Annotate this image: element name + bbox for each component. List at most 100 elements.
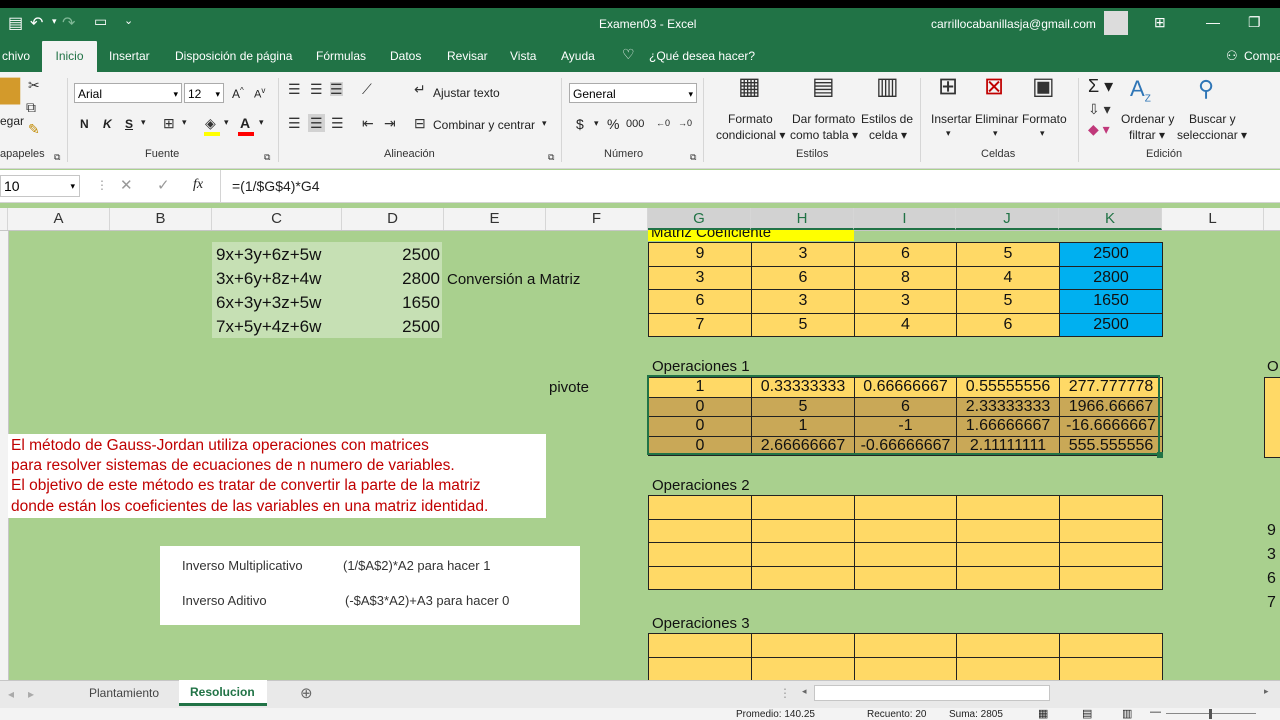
add-sheet-icon[interactable]: ⊕ — [300, 684, 313, 702]
matrix-cell[interactable]: 3 — [648, 265, 752, 291]
ops2-cell[interactable] — [648, 495, 752, 520]
align-center-icon[interactable]: ☰ — [308, 114, 325, 132]
clear-icon[interactable]: ◆ ▾ — [1088, 122, 1110, 136]
matrix-cell[interactable]: 8 — [854, 265, 957, 291]
format-painter-icon[interactable]: ✎ — [28, 122, 40, 136]
undo-dropdown-icon[interactable]: ▾ — [52, 16, 57, 27]
undo-icon[interactable]: ↶ — [30, 13, 43, 33]
ops3-cell[interactable] — [1059, 656, 1163, 682]
inverse-textbox[interactable]: Inverso Multiplicativo (1/$A$2)*A2 para … — [160, 546, 580, 625]
matrix-cell[interactable]: 3 — [751, 242, 855, 267]
page-layout-icon[interactable]: ▤ — [1082, 708, 1092, 720]
decrease-indent-icon[interactable]: ⇤ — [362, 116, 374, 130]
chevron-down-icon[interactable]: ▾ — [993, 128, 998, 139]
ops3-cell[interactable] — [854, 633, 957, 658]
ops2-cell[interactable] — [1059, 495, 1163, 520]
ops2-cell[interactable] — [1059, 518, 1163, 544]
chevron-down-icon[interactable]: ▾ — [594, 118, 599, 129]
increase-decimal-icon[interactable]: ←0 — [656, 118, 670, 128]
ops3-cell[interactable] — [648, 633, 752, 658]
number-launcher-icon[interactable]: ⧉ — [690, 150, 696, 164]
ops2-cell[interactable] — [751, 542, 855, 567]
decrease-font-icon[interactable]: Av — [254, 86, 265, 101]
share-icon[interactable]: ⚇ — [1226, 48, 1238, 64]
cut-icon[interactable]: ✂ — [28, 78, 40, 92]
column-header-f[interactable]: F — [546, 208, 648, 230]
ops2-cell[interactable] — [648, 542, 752, 567]
tab-inicio[interactable]: Inicio — [42, 41, 97, 72]
merge-icon[interactable]: ⊟ — [414, 116, 426, 130]
partial-ops-title[interactable]: O — [1267, 358, 1279, 375]
matrix-cell[interactable]: 6 — [648, 289, 752, 314]
name-box[interactable]: 10 ▾ — [0, 175, 80, 197]
tab-insertar[interactable]: Insertar — [109, 49, 150, 63]
orientation-icon[interactable]: ⟋ — [362, 82, 372, 96]
format-as-table-line2[interactable]: como tabla ▾ — [790, 128, 858, 142]
align-left-icon[interactable]: ☰ — [288, 116, 301, 130]
scroll-right-icon[interactable]: ▸ — [1264, 686, 1269, 697]
copy-icon[interactable]: ⧉ — [26, 100, 36, 114]
font-name-select[interactable]: Arial ▾ — [74, 83, 182, 103]
bold-button[interactable]: N — [80, 117, 89, 131]
column-header-j[interactable]: J — [956, 208, 1059, 230]
chevron-down-icon[interactable]: ▾ — [224, 117, 229, 128]
sheet-tab-resolucion[interactable]: Resolucion — [179, 680, 267, 706]
chevron-down-icon[interactable]: ▾ — [946, 128, 951, 139]
borders-icon[interactable]: ⊞ — [163, 116, 175, 130]
next-sheet-icon[interactable]: ▸ — [28, 687, 34, 701]
matrix-cell[interactable]: 7 — [648, 312, 752, 338]
wrap-text-button[interactable]: Ajustar texto — [433, 86, 500, 100]
paste-icon[interactable]: ▇ — [0, 76, 20, 102]
matrix-cell[interactable]: 6 — [751, 265, 855, 291]
format-as-table-line1[interactable]: Dar formato — [792, 112, 855, 126]
matrix-cell[interactable]: 6 — [854, 242, 957, 267]
alignment-launcher-icon[interactable]: ⧉ — [548, 150, 554, 164]
ops2-cell[interactable] — [648, 565, 752, 591]
matrix-cell[interactable]: 4 — [956, 265, 1060, 291]
matrix-cell[interactable]: 2800 — [1059, 265, 1163, 291]
tab-archivo[interactable]: chivo — [2, 49, 30, 63]
column-header-g[interactable]: G — [648, 208, 751, 230]
avatar[interactable] — [1104, 11, 1128, 35]
equation-row[interactable]: 9x+3y+6z+5w 2500 — [212, 242, 442, 266]
format-cells-button[interactable]: Formato — [1022, 112, 1067, 126]
matrix-cell[interactable]: 5 — [956, 289, 1060, 314]
column-header-k[interactable]: K — [1059, 208, 1162, 230]
fill-color-icon[interactable]: ◈ — [205, 116, 216, 130]
autosum-icon[interactable]: Σ ▾ — [1088, 76, 1113, 97]
percent-button[interactable]: % — [607, 116, 619, 132]
column-header-d[interactable]: D — [342, 208, 444, 230]
ops3-cell[interactable] — [751, 633, 855, 658]
ribbon-display-icon[interactable]: ⊞ — [1154, 14, 1166, 31]
chevron-down-icon[interactable]: ▾ — [182, 117, 187, 128]
column-header-e[interactable]: E — [444, 208, 546, 230]
restore-icon[interactable]: ❐ — [1248, 14, 1261, 31]
conversion-label[interactable]: Conversión a Matriz — [447, 271, 580, 288]
ops2-cell[interactable] — [751, 518, 855, 544]
formula-input[interactable]: =(1/$G$4)*G4 — [232, 178, 320, 194]
pivot-label[interactable]: pivote — [549, 379, 589, 396]
scroll-left-icon[interactable]: ◂ — [802, 686, 807, 697]
zoom-out-icon[interactable]: — — [1150, 708, 1161, 718]
ops2-cell[interactable] — [751, 565, 855, 591]
cell-styles-icon[interactable]: ▥ — [876, 75, 899, 99]
ops2-cell[interactable] — [751, 495, 855, 520]
tab-ayuda[interactable]: Ayuda — [561, 49, 595, 63]
currency-button[interactable]: $ — [576, 116, 584, 132]
cancel-entry-icon[interactable]: ✕ — [120, 176, 133, 194]
ops3-cell[interactable] — [648, 656, 752, 682]
equation-row[interactable]: 3x+6y+8z+4w 2800 — [212, 266, 442, 290]
ops2-cell[interactable] — [854, 565, 957, 591]
ops2-cell[interactable] — [854, 518, 957, 544]
tab-datos[interactable]: Datos — [390, 49, 421, 63]
format-as-table-icon[interactable]: ▤ — [812, 75, 835, 99]
clipboard-launcher-icon[interactable]: ⧉ — [54, 150, 60, 164]
ops2-cell[interactable] — [956, 518, 1060, 544]
delete-cells-button[interactable]: Eliminar — [975, 112, 1018, 126]
matrix-cell[interactable]: 3 — [854, 289, 957, 314]
chevron-down-icon[interactable]: ▾ — [259, 117, 264, 128]
matrix-cell[interactable]: 9 — [648, 242, 752, 267]
sort-filter-line2[interactable]: filtrar ▾ — [1129, 128, 1165, 142]
customize-qat-icon[interactable]: ⌄ — [124, 14, 133, 27]
ops2-cell[interactable] — [1059, 565, 1163, 591]
